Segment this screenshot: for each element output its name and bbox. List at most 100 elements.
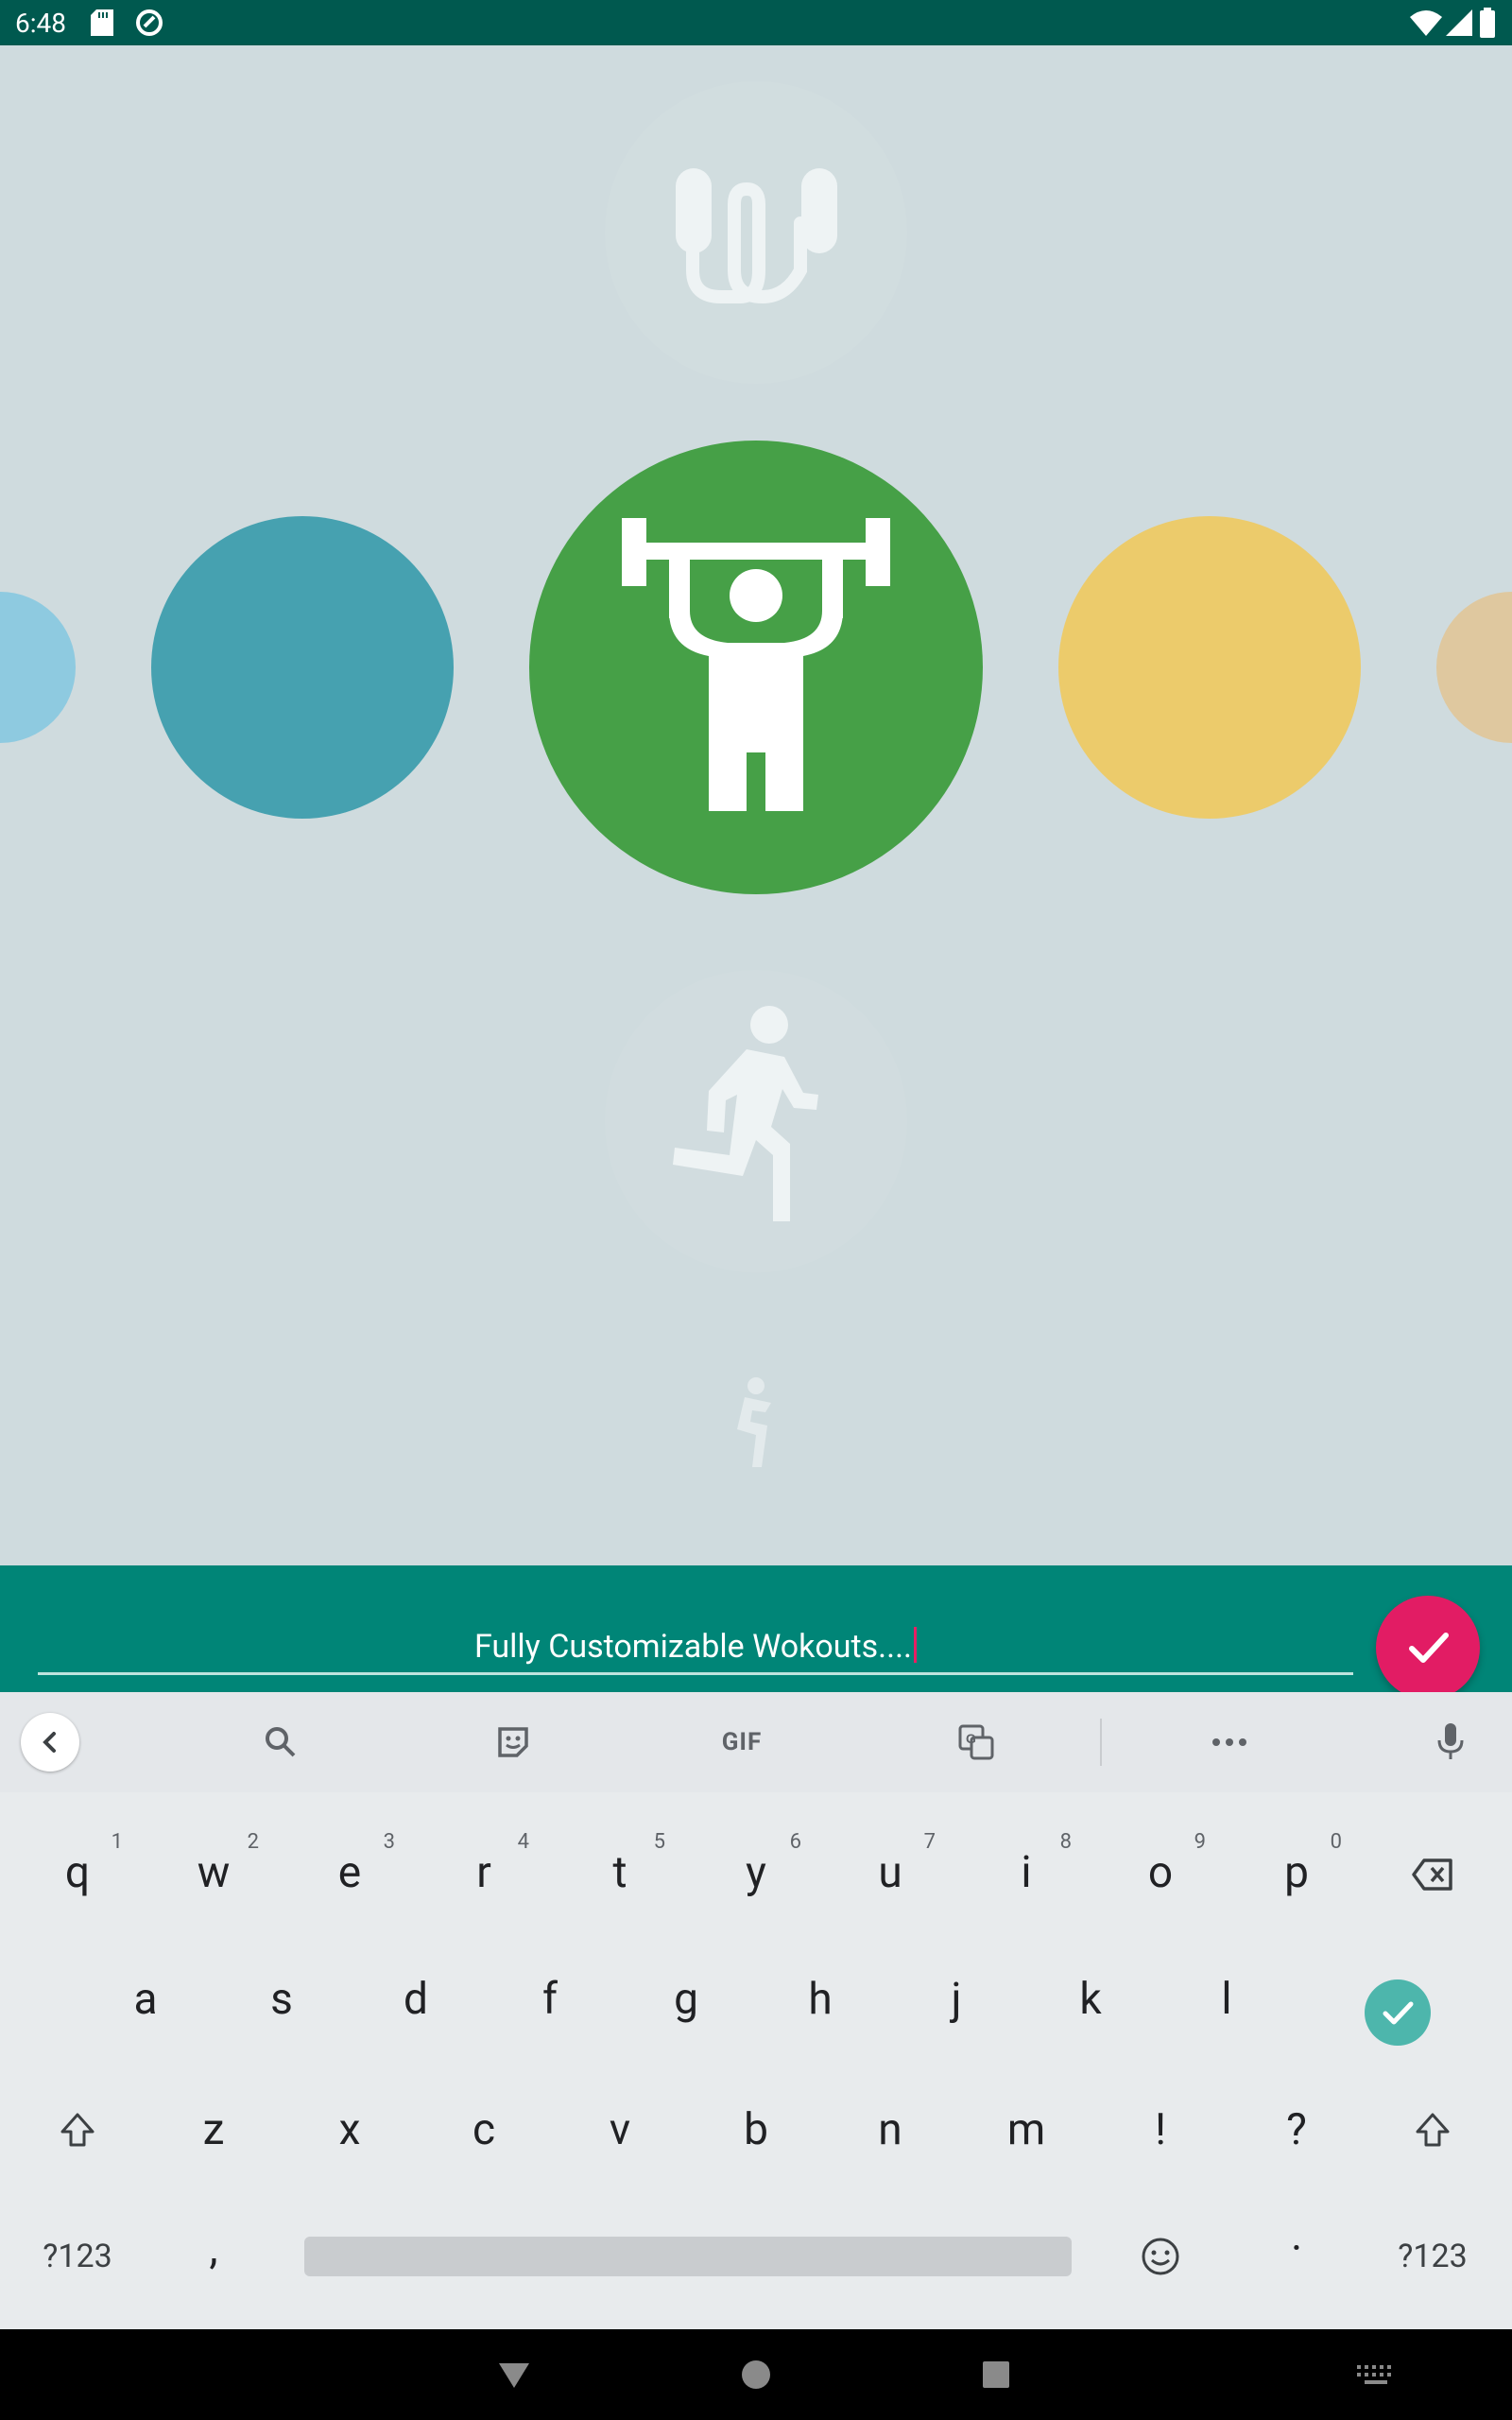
workout-picker xyxy=(0,45,1512,1565)
more-icon xyxy=(1212,1738,1246,1746)
exercise-icon xyxy=(737,1377,771,1467)
toolbar-search-button[interactable] xyxy=(248,1709,314,1775)
period-key[interactable]: · xyxy=(1240,2197,1353,2301)
back-nav-button[interactable] xyxy=(486,2348,542,2401)
key-j[interactable]: j xyxy=(900,1947,1013,2051)
key-r[interactable]: r4 xyxy=(427,1821,541,1925)
key-label: m xyxy=(1006,2104,1046,2155)
sd-card-icon xyxy=(91,9,113,40)
key-n[interactable]: n xyxy=(833,2078,947,2182)
shift-key-right[interactable] xyxy=(1376,2078,1489,2182)
key-number-hint: 3 xyxy=(383,1830,395,1854)
key-label: u xyxy=(878,1847,902,1898)
status-time: 6:48 xyxy=(15,8,66,39)
comma-key[interactable]: , xyxy=(157,2197,270,2301)
running-option[interactable] xyxy=(605,970,907,1272)
sticker-icon xyxy=(498,1727,528,1757)
key-k[interactable]: k xyxy=(1034,1947,1147,2051)
search-icon xyxy=(266,1727,296,1757)
key-e[interactable]: e3 xyxy=(293,1821,406,1925)
key-label: y xyxy=(746,1847,766,1898)
weightlifting-icon xyxy=(622,518,890,811)
keyboard-switch-button[interactable] xyxy=(1351,2352,1400,2397)
text-cursor xyxy=(914,1627,918,1663)
key-label: j xyxy=(951,1974,962,2025)
period-label: · xyxy=(1290,2223,1303,2274)
key-q[interactable]: q1 xyxy=(21,1821,134,1925)
key-p[interactable]: p0 xyxy=(1240,1821,1353,1925)
key-label: v xyxy=(609,2104,631,2155)
jump-rope-option[interactable] xyxy=(605,81,907,384)
toolbar-back-button[interactable] xyxy=(21,1713,79,1772)
key-l[interactable]: l xyxy=(1170,1947,1283,2051)
symbols-key-right[interactable]: ?123 xyxy=(1376,2204,1489,2308)
toolbar-translate-button[interactable]: G xyxy=(943,1709,1009,1775)
toolbar-sticker-button[interactable] xyxy=(480,1709,546,1775)
key-s[interactable]: s xyxy=(225,1947,338,2051)
key-a[interactable]: a xyxy=(89,1947,202,2051)
toolbar-gif-button[interactable]: GIF xyxy=(704,1709,780,1775)
key-label: k xyxy=(1079,1974,1102,2025)
symbols-key-left[interactable]: ?123 xyxy=(21,2204,134,2308)
workout-text-input[interactable]: Fully Customizable Wokouts.... xyxy=(0,1627,1391,1666)
shift-icon xyxy=(60,2113,94,2147)
key-i[interactable]: i8 xyxy=(970,1821,1083,1925)
yellow-option[interactable] xyxy=(1058,516,1361,819)
key-u[interactable]: u7 xyxy=(833,1821,947,1925)
tan-option[interactable] xyxy=(1436,592,1512,743)
backspace-key[interactable] xyxy=(1376,1823,1489,1927)
key-exclamation[interactable]: ! xyxy=(1104,2078,1217,2182)
key-z[interactable]: z xyxy=(157,2078,270,2182)
enter-key[interactable] xyxy=(1365,1979,1431,2046)
recents-nav-button[interactable] xyxy=(968,2346,1024,2403)
space-key[interactable] xyxy=(304,2237,1072,2276)
key-y[interactable]: y6 xyxy=(699,1821,813,1925)
input-bar: Fully Customizable Wokouts.... xyxy=(0,1565,1512,1700)
running-icon xyxy=(673,1006,818,1221)
keyboard-toolbar: GIF G xyxy=(0,1692,1512,1792)
key-label: ? xyxy=(1286,2104,1307,2155)
shift-key-left[interactable] xyxy=(21,2078,134,2182)
key-v[interactable]: v xyxy=(563,2078,677,2182)
toolbar-mic-button[interactable] xyxy=(1418,1709,1484,1775)
key-question[interactable]: ? xyxy=(1240,2078,1353,2182)
key-t[interactable]: t5 xyxy=(563,1821,677,1925)
key-m[interactable]: m xyxy=(970,2078,1083,2182)
key-b[interactable]: b xyxy=(699,2078,813,2182)
key-label: d xyxy=(404,1974,428,2025)
confirm-button[interactable] xyxy=(1376,1596,1480,1700)
key-c[interactable]: c xyxy=(427,2078,541,2182)
emoji-key[interactable] xyxy=(1104,2204,1217,2308)
svg-text:G: G xyxy=(966,1731,976,1746)
input-value: Fully Customizable Wokouts.... xyxy=(473,1628,913,1666)
key-label: r xyxy=(476,1847,491,1898)
key-label: t xyxy=(612,1847,627,1898)
chevron-left-icon xyxy=(43,1732,56,1753)
teal-option[interactable] xyxy=(151,516,454,819)
toolbar-more-button[interactable] xyxy=(1196,1709,1263,1775)
key-number-hint: 5 xyxy=(653,1830,665,1854)
key-x[interactable]: x xyxy=(293,2078,406,2182)
key-label: b xyxy=(744,2104,768,2155)
key-label: ! xyxy=(1155,2104,1166,2155)
key-g[interactable]: g xyxy=(629,1947,743,2051)
key-f[interactable]: f xyxy=(493,1947,607,2051)
key-number-hint: 7 xyxy=(923,1830,936,1854)
exercise-option-small[interactable] xyxy=(699,1369,813,1482)
key-h[interactable]: h xyxy=(764,1947,877,2051)
light-blue-option[interactable] xyxy=(0,592,76,743)
wifi-icon xyxy=(1410,9,1442,40)
key-o[interactable]: o9 xyxy=(1104,1821,1217,1925)
key-label: e xyxy=(337,1847,362,1898)
key-w[interactable]: w2 xyxy=(157,1821,270,1925)
key-number-hint: 1 xyxy=(111,1830,123,1854)
key-label: f xyxy=(542,1974,558,2025)
key-number-hint: 8 xyxy=(1059,1830,1072,1854)
home-nav-button[interactable] xyxy=(728,2346,784,2403)
key-d[interactable]: d xyxy=(359,1947,472,2051)
comma-label: , xyxy=(209,2223,218,2274)
weightlifting-option-selected[interactable] xyxy=(529,441,983,894)
key-label: z xyxy=(202,2104,225,2155)
input-underline xyxy=(38,1672,1353,1675)
check-icon xyxy=(1383,2001,1414,2025)
